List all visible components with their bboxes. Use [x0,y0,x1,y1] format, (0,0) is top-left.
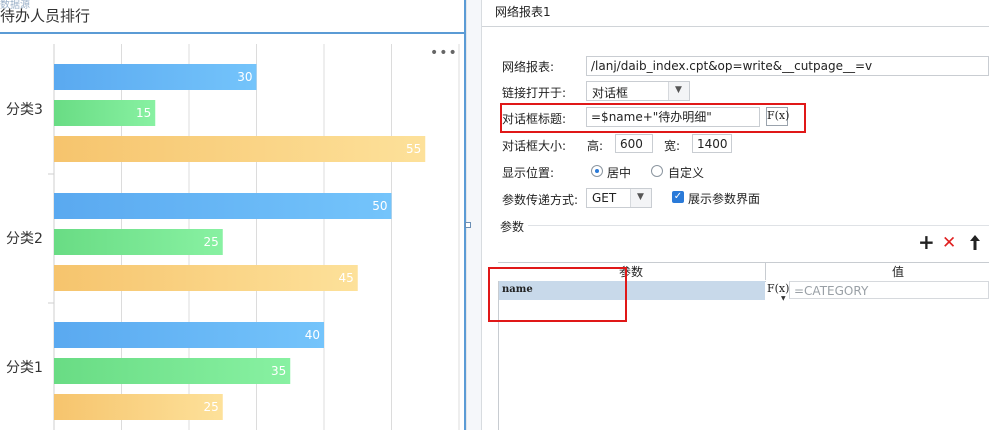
panel-splitter[interactable] [466,0,481,430]
show-params-label: 展示参数界面 [688,192,761,206]
column-divider [765,262,766,280]
chart-title: 待办人员排行 [0,7,91,25]
param-method-label: 参数传递方式: [502,193,579,207]
open-in-label: 链接打开于: [502,86,567,100]
param-value-input[interactable]: =CATEGORY [789,281,989,299]
chevron-down-icon[interactable]: ▼ [630,189,651,207]
report-url-input[interactable]: /lanj/daib_index.cpt&op=write&__cutpage_… [586,56,989,76]
column-header-value: 值 [892,265,905,279]
move-up-icon[interactable] [968,234,982,252]
display-position-label: 显示位置: [502,166,555,180]
bar-chart: 30 15 55 分类3 50 25 45 分类2 40 35 25 分类1 [6,44,460,430]
bar [54,394,223,420]
open-in-value: 对话框 [592,86,629,100]
param-method-value: GET [592,191,617,205]
height-input[interactable]: 600 [615,134,653,153]
show-params-checkbox[interactable]: ✓ [672,191,684,203]
bar [54,229,223,255]
category-label: 分类1 [6,360,43,376]
bar [54,136,426,162]
tab-strip [482,0,989,27]
highlight-box-param-name [488,267,627,322]
panel-border [481,0,482,430]
param-method-select[interactable]: GET ▼ [586,188,652,208]
height-label: 高: [587,139,604,153]
data-label: 25 [203,400,218,414]
data-label: 55 [406,142,421,156]
position-custom-label: 自定义 [668,166,705,180]
position-center-radio[interactable] [591,165,603,177]
category-label: 分类2 [6,231,43,247]
tab-report-link[interactable]: 网络报表1 [495,3,551,20]
bar [54,358,291,384]
params-section-title: 参数 [500,220,525,234]
chevron-down-icon[interactable]: ▼ [668,82,689,100]
data-label: 40 [305,328,320,342]
bar [54,64,257,90]
bar [54,265,358,291]
open-in-select[interactable]: 对话框 ▼ [586,81,690,101]
report-url-label: 网络报表: [502,60,555,74]
data-label: 50 [372,199,387,213]
width-label: 宽: [664,139,681,153]
position-custom-radio[interactable] [651,165,663,177]
chevron-down-icon[interactable]: ▼ [781,295,786,302]
data-label: 25 [203,235,218,249]
bar [54,322,324,348]
data-label: 15 [136,106,151,120]
splitter-handle[interactable] [465,222,471,228]
section-divider [528,225,989,226]
delete-icon[interactable]: ✕ [942,234,956,252]
data-label: 45 [338,271,353,285]
category-label: 分类3 [6,102,43,118]
width-input[interactable]: 1400 [692,134,732,153]
dialog-size-label: 对话框大小: [502,139,567,153]
bar [54,193,392,219]
data-label: 35 [271,364,286,378]
highlight-box-dialog-title [500,103,806,133]
data-label: 30 [237,70,252,84]
position-center-label: 居中 [607,166,632,180]
add-icon[interactable]: + [918,232,935,252]
